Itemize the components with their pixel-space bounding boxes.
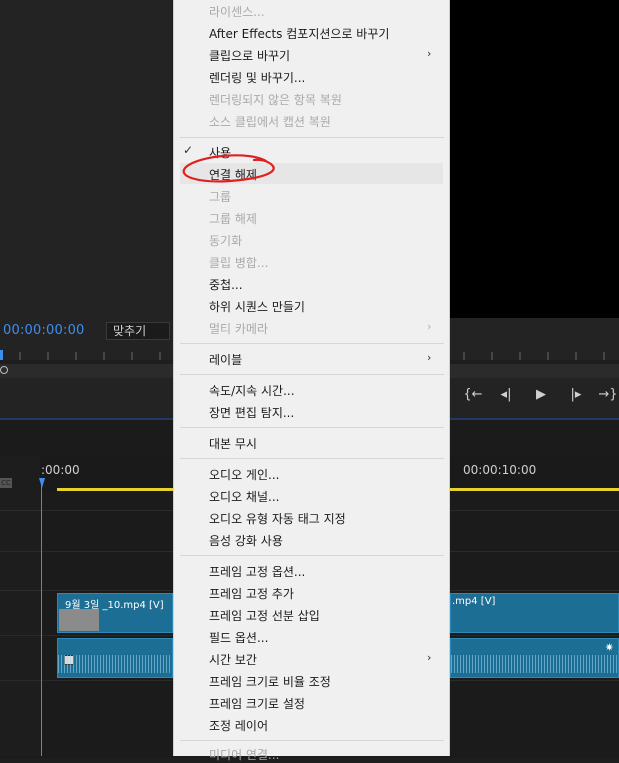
menu-item-adjustment-layer[interactable]: 조정 레이어 bbox=[209, 717, 268, 734]
menu-item-merge-clips: 클립 병합... bbox=[209, 256, 269, 270]
menu-item-frame-hold-options[interactable]: 프레임 고정 옵션... bbox=[209, 563, 305, 580]
audio-waveform bbox=[451, 655, 618, 673]
menu-separator bbox=[180, 555, 444, 556]
submenu-chevron-icon: › bbox=[427, 47, 432, 60]
menu-separator bbox=[180, 427, 444, 428]
submenu-chevron-icon: › bbox=[427, 351, 432, 364]
menu-item-audio-channels[interactable]: 오디오 채널... bbox=[209, 488, 279, 505]
menu-item-restore-captions: 소스 클립에서 캡션 복원 bbox=[209, 115, 331, 129]
clip-thumbnail bbox=[59, 609, 99, 631]
menu-item-multi-camera: 멀티 카메라 bbox=[209, 322, 269, 336]
go-to-in-button[interactable]: {← bbox=[462, 386, 484, 404]
ruler-timecode-start: :00:00 bbox=[41, 463, 80, 477]
track-headers bbox=[0, 456, 40, 756]
menu-item-render-and-replace[interactable]: 렌더링 및 바꾸기... bbox=[209, 69, 305, 86]
menu-item-scene-edit-detection[interactable]: 장면 편집 탐지... bbox=[209, 404, 294, 421]
menu-separator bbox=[180, 374, 444, 375]
red-annotation-circle bbox=[182, 154, 275, 183]
menu-separator bbox=[180, 343, 444, 344]
ruler-timecode-10s: 00:00:10:00 bbox=[463, 463, 537, 477]
menu-item-speed-duration[interactable]: 속도/지속 시간... bbox=[209, 382, 295, 399]
audio-waveform bbox=[58, 655, 172, 673]
menu-separator bbox=[180, 458, 444, 459]
menu-item-link-media: 미디어 연결... bbox=[209, 748, 280, 762]
menu-item-ignore-transcript[interactable]: 대본 무시 bbox=[209, 435, 257, 452]
menu-item-enhance-speech[interactable]: 음성 강화 사용 bbox=[209, 532, 283, 549]
video-clip-right-name: .mp4 [V] bbox=[452, 596, 496, 607]
audio-clip-right[interactable]: ✷ bbox=[450, 638, 619, 678]
fx-star-icon: ✷ bbox=[604, 641, 614, 654]
menu-item-scale-to-frame-size[interactable]: 프레임 크기로 비율 조정 bbox=[209, 673, 331, 690]
audio-clip[interactable] bbox=[57, 638, 173, 678]
step-back-button[interactable]: ◂| bbox=[495, 386, 517, 404]
video-clip[interactable]: 9월 3일 _10.mp4 [V] bbox=[57, 593, 173, 633]
menu-item-audio-gain[interactable]: 오디오 게인... bbox=[209, 466, 279, 483]
play-button[interactable]: ▶ bbox=[530, 386, 552, 404]
zoom-fit-dropdown[interactable]: 맞추기 bbox=[106, 322, 170, 340]
context-menu: ✓ 라이센스... After Effects 컴포지션으로 바꾸기 클립으로 … bbox=[173, 0, 450, 762]
menu-separator bbox=[180, 137, 444, 138]
menu-item-nest[interactable]: 중첩... bbox=[209, 276, 243, 293]
menu-separator bbox=[180, 740, 444, 741]
menu-item-label[interactable]: 레이블 bbox=[209, 351, 242, 368]
step-forward-button[interactable]: |▸ bbox=[565, 386, 587, 404]
menu-item-auto-tag-audio-type[interactable]: 오디오 유형 자동 태그 지정 bbox=[209, 510, 346, 527]
playhead-handle[interactable] bbox=[39, 478, 45, 488]
submenu-chevron-icon: › bbox=[427, 651, 432, 664]
menu-item-replace-with-ae-comp[interactable]: After Effects 컴포지션으로 바꾸기 bbox=[209, 25, 389, 42]
menu-item-ungroup: 그룹 해제 bbox=[209, 212, 257, 226]
menu-item-group: 그룹 bbox=[209, 190, 232, 204]
captions-badge: CC bbox=[0, 478, 12, 488]
source-timecode[interactable]: 00:00:00:00 bbox=[3, 323, 85, 338]
menu-item-replace-with-clip[interactable]: 클립으로 바꾸기 bbox=[209, 47, 290, 64]
menu-item-set-to-frame-size[interactable]: 프레임 크기로 설정 bbox=[209, 695, 305, 712]
menu-item-field-options[interactable]: 필드 옵션... bbox=[209, 629, 268, 646]
menu-item-make-subsequence[interactable]: 하위 시퀀스 만들기 bbox=[209, 298, 305, 315]
menu-item-synchronize: 동기화 bbox=[209, 234, 243, 248]
menu-item-time-interpolation[interactable]: 시간 보간 bbox=[209, 651, 257, 668]
menu-item-license: 라이센스... bbox=[209, 5, 265, 19]
menu-item-add-frame-hold[interactable]: 프레임 고정 추가 bbox=[209, 585, 294, 602]
scroll-handle[interactable] bbox=[0, 366, 8, 374]
video-clip-right[interactable]: .mp4 [V] bbox=[450, 593, 619, 633]
source-monitor-panel bbox=[0, 0, 172, 318]
go-to-out-button[interactable]: →} bbox=[597, 386, 619, 404]
program-monitor-video bbox=[450, 0, 619, 318]
playhead-line[interactable] bbox=[41, 478, 42, 756]
menu-item-insert-frame-hold-segment[interactable]: 프레임 고정 선분 삽입 bbox=[209, 607, 320, 624]
submenu-chevron-icon: › bbox=[427, 320, 432, 333]
menu-item-restore-unrendered: 렌더링되지 않은 항목 복원 bbox=[209, 93, 342, 107]
